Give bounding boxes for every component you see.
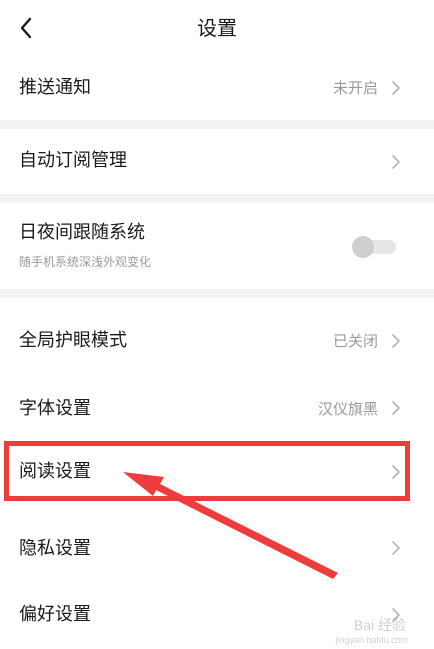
watermark-url: jingyan.baidu.com [335, 635, 408, 645]
row-value: 未开启 [332, 79, 378, 97]
section-divider [0, 194, 434, 203]
row-label: 自动订阅管理 [19, 150, 127, 171]
chevron-right-icon [392, 81, 400, 95]
chevron-right-icon [392, 401, 400, 415]
section-divider [0, 289, 434, 298]
row-label: 字体设置 [19, 398, 91, 419]
settings-row-reading[interactable]: 阅读设置 [0, 440, 434, 510]
settings-row-night-mode: 日夜间跟随系统 随手机系统深浅外观变化 [0, 203, 434, 289]
row-sublabel: 随手机系统深浅外观变化 [19, 255, 152, 269]
chevron-right-icon [392, 465, 400, 479]
row-value: 已关闭 [332, 332, 378, 350]
top-bar: 设置 [0, 0, 434, 56]
row-label: 隐私设置 [19, 538, 91, 559]
row-label: 推送通知 [19, 77, 91, 98]
settings-row-font[interactable]: 字体设置 汉仪旗黑 [0, 376, 434, 440]
settings-row-eye-care[interactable]: 全局护眼模式 已关闭 [0, 298, 434, 376]
row-label: 全局护眼模式 [19, 330, 127, 351]
settings-row-privacy[interactable]: 隐私设置 [0, 510, 434, 582]
toggle-knob [352, 236, 374, 258]
row-value: 汉仪旗黑 [317, 400, 378, 418]
night-mode-toggle[interactable] [352, 236, 396, 258]
section-divider [0, 120, 434, 129]
chevron-right-icon [392, 334, 400, 348]
row-label: 阅读设置 [19, 461, 91, 482]
chevron-right-icon [392, 155, 400, 169]
row-label: 偏好设置 [19, 604, 91, 625]
row-label: 日夜间跟随系统 [19, 222, 145, 243]
watermark-logo: Bai 经验 [353, 617, 406, 633]
page-title: 设置 [197, 16, 237, 40]
chevron-right-icon [392, 541, 400, 555]
settings-page: 设置 推送通知 未开启 自动订阅管理 日夜间跟随系统 随手机系统深浅外观变化 全… [0, 0, 434, 649]
settings-row-subscribe[interactable]: 自动订阅管理 [0, 129, 434, 194]
settings-row-push[interactable]: 推送通知 未开启 [0, 56, 434, 120]
